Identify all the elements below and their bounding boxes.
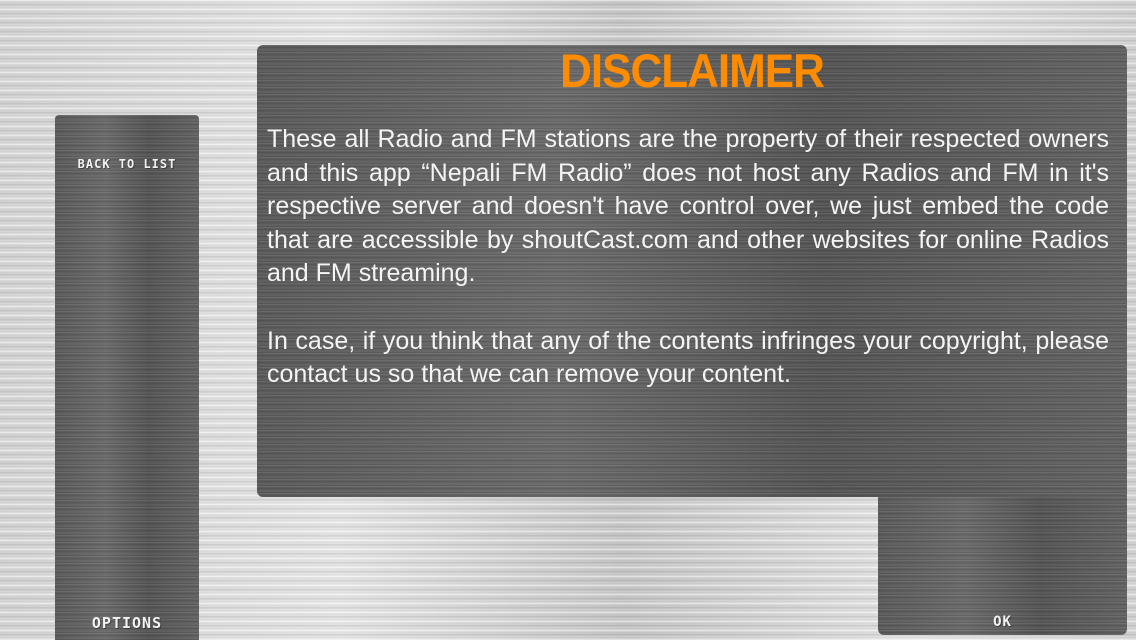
dialog-title: DISCLAIMER — [560, 44, 825, 98]
disclaimer-paragraph-1: These all Radio and FM stations are the … — [267, 125, 1109, 288]
back-to-list-button[interactable]: BACK TO LIST — [55, 157, 199, 171]
disclaimer-text: These all Radio and FM stations are the … — [267, 123, 1109, 392]
sidebar-panel: BACK TO LIST OPTIONS — [55, 115, 199, 640]
options-button[interactable]: OPTIONS — [55, 614, 199, 632]
ok-button[interactable]: OK — [878, 614, 1127, 630]
disclaimer-paragraph-2: In case, if you think that any of the co… — [267, 326, 1109, 389]
disclaimer-dialog: DISCLAIMER These all Radio and FM statio… — [257, 45, 1127, 497]
